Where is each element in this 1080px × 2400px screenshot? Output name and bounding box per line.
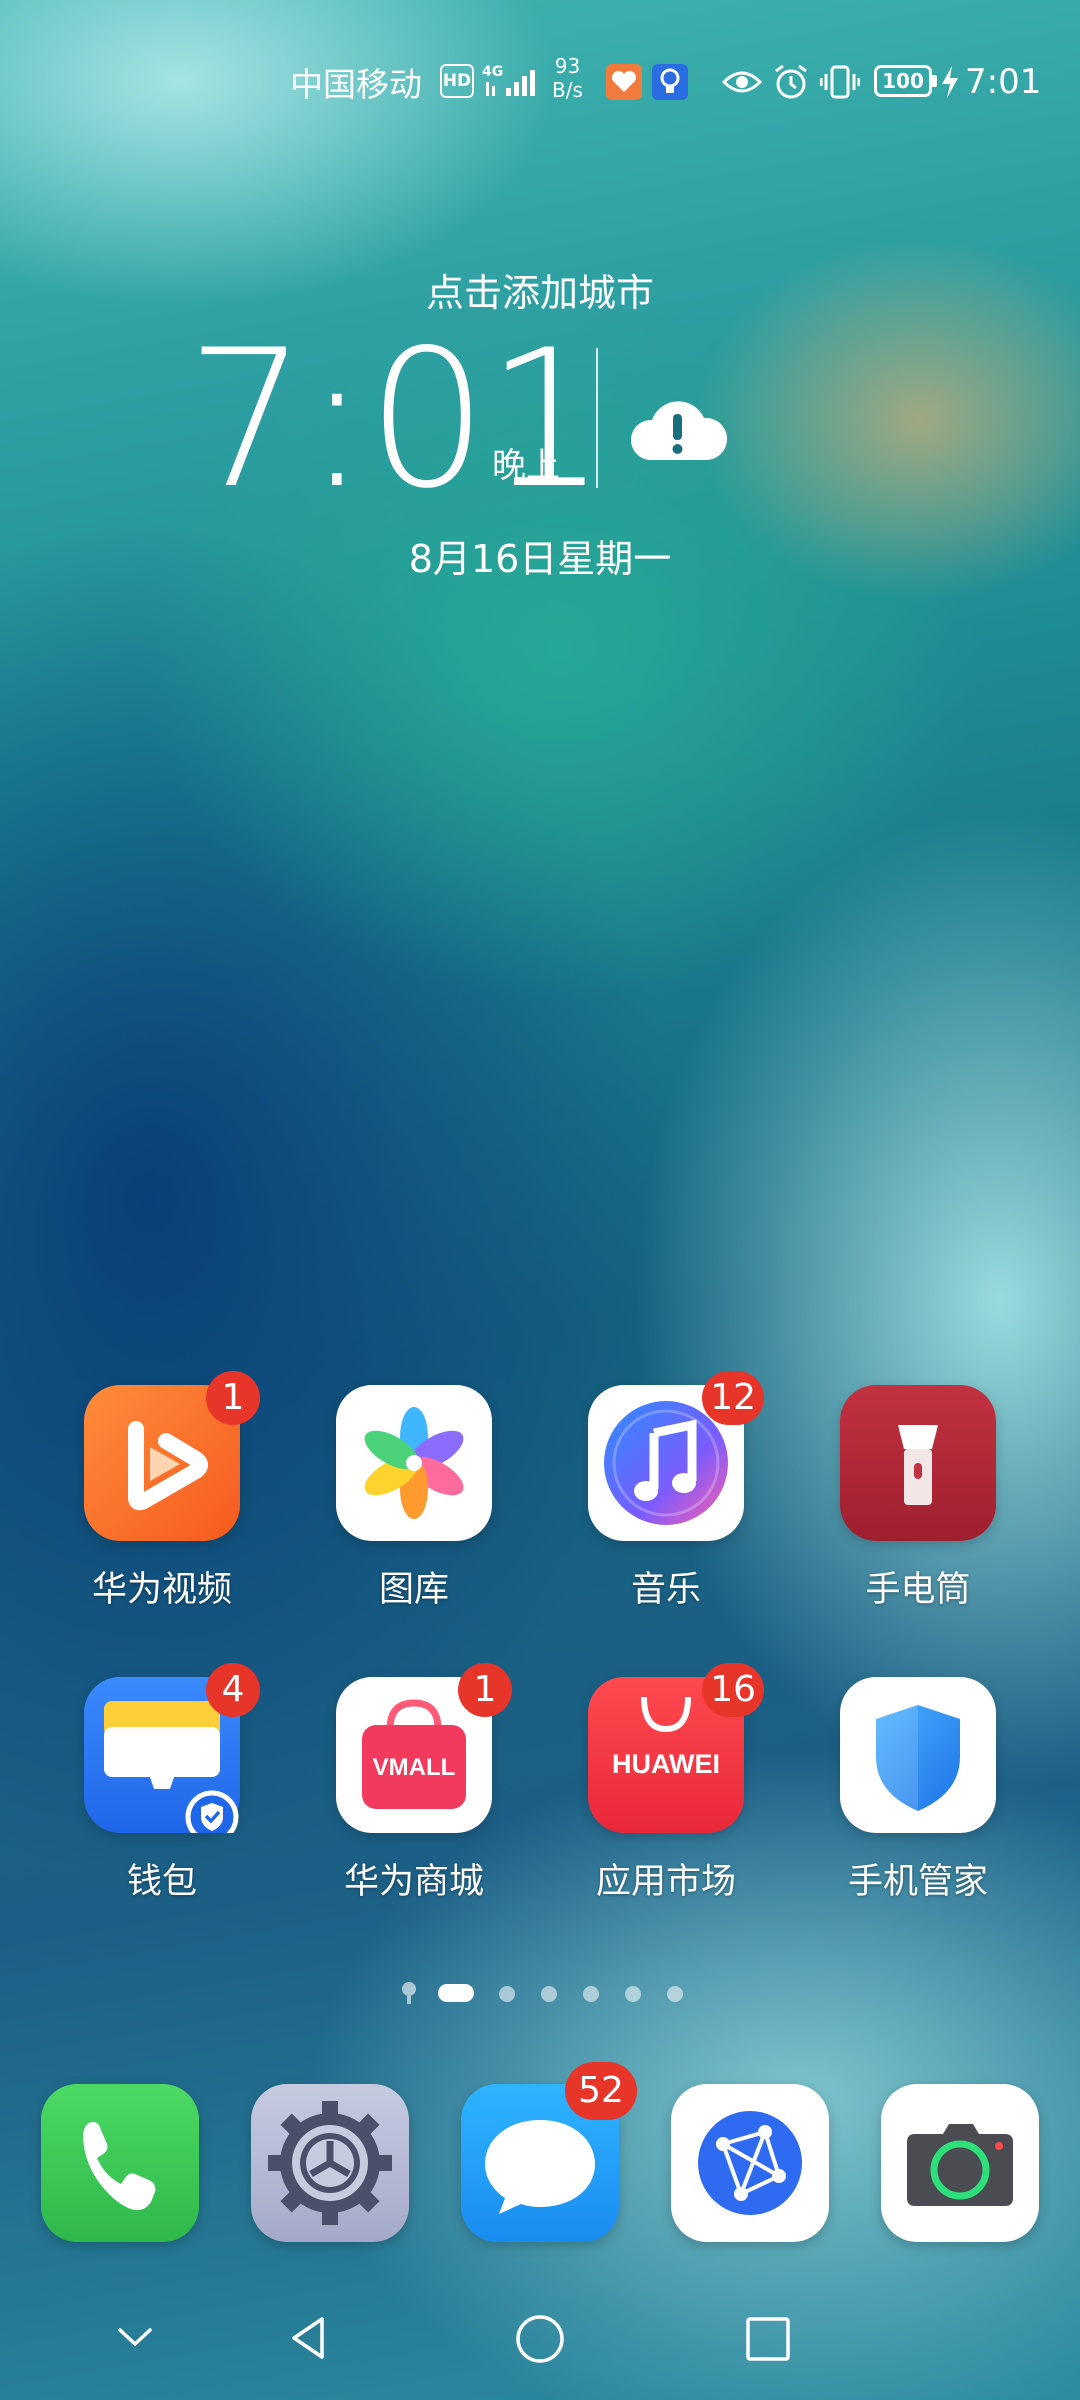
vibrate-icon bbox=[820, 52, 860, 112]
huawei-video-icon: 1 bbox=[84, 1371, 260, 1541]
page-dot bbox=[499, 1986, 515, 2002]
speed-unit: B/s bbox=[552, 78, 583, 102]
page-dot-current bbox=[438, 1984, 474, 2002]
back-icon[interactable] bbox=[284, 2313, 334, 2363]
page-dot bbox=[625, 1986, 641, 2002]
app-label: 应用市场 bbox=[595, 1862, 736, 1902]
signal-icon: 4G bbox=[482, 52, 544, 112]
page-dot bbox=[667, 1986, 683, 2002]
app-label: 手机管家 bbox=[847, 1862, 988, 1902]
app-label: 音乐 bbox=[630, 1570, 701, 1610]
settings-icon bbox=[251, 2084, 409, 2242]
home-icon[interactable] bbox=[514, 2313, 566, 2365]
dock-messages[interactable]: 52 bbox=[461, 2062, 637, 2242]
messages-icon: 52 bbox=[461, 2062, 637, 2242]
app-flashlight[interactable]: 手电筒 bbox=[818, 1385, 1018, 1612]
page-dot bbox=[541, 1986, 557, 2002]
dock-phone[interactable] bbox=[41, 2084, 199, 2242]
dock-camera[interactable] bbox=[881, 2084, 1039, 2242]
dock-settings[interactable] bbox=[251, 2084, 409, 2242]
camera-icon bbox=[881, 2084, 1039, 2242]
flashlight-icon bbox=[840, 1385, 996, 1541]
speed-value: 93 bbox=[554, 54, 581, 78]
svg-text:VMALL: VMALL bbox=[373, 1754, 456, 1781]
app-gallery-icon: HUAWEI 16 bbox=[588, 1663, 764, 1833]
carrier-name: 中国移动 bbox=[290, 65, 422, 104]
notification-badge: 4 bbox=[206, 1663, 260, 1717]
app-label: 图库 bbox=[378, 1570, 449, 1610]
battery-cap bbox=[932, 75, 937, 87]
vmall-icon: VMALL 1 bbox=[336, 1663, 512, 1833]
dock-browser[interactable] bbox=[671, 2084, 829, 2242]
status-bar: 中国移动 HD 4G 93 B/s 100 7:01 bbox=[0, 52, 1080, 112]
app-vmall[interactable]: VMALL 1 华为商城 bbox=[314, 1663, 514, 1904]
app-label: 华为视频 bbox=[91, 1570, 232, 1610]
svg-text:4G: 4G bbox=[482, 64, 503, 80]
eye-comfort-icon bbox=[722, 52, 762, 112]
svg-text:HUAWEI: HUAWEI bbox=[612, 1749, 720, 1779]
alarm-icon bbox=[772, 52, 810, 112]
status-time: 7:01 bbox=[965, 62, 1042, 102]
clock-time[interactable]: 7:01 bbox=[186, 320, 607, 520]
app-music[interactable]: 12 音乐 bbox=[566, 1371, 766, 1612]
collapse-icon[interactable] bbox=[114, 2320, 156, 2354]
phone-icon bbox=[41, 2084, 199, 2242]
app-label: 钱包 bbox=[126, 1862, 197, 1902]
charging-icon bbox=[940, 52, 960, 112]
notification-badge: 16 bbox=[702, 1663, 764, 1717]
network-speed: 93 B/s bbox=[552, 54, 583, 114]
health-icon bbox=[606, 64, 642, 100]
home-screen: 中国移动 HD 4G 93 B/s 100 7:01 点击添加城市 7:01 晚… bbox=[0, 0, 1080, 2400]
phone-manager-icon bbox=[840, 1677, 996, 1833]
app-gallery[interactable]: 图库 bbox=[314, 1385, 514, 1612]
app-label: 手电筒 bbox=[865, 1570, 971, 1610]
app-wallet[interactable]: 4 钱包 bbox=[62, 1663, 262, 1904]
music-icon: 12 bbox=[588, 1371, 764, 1541]
search-page-icon bbox=[402, 1982, 416, 2004]
tips-icon bbox=[652, 64, 688, 100]
notification-badge: 52 bbox=[565, 2062, 637, 2120]
app-phone-manager[interactable]: 手机管家 bbox=[818, 1677, 1018, 1904]
app-label: 华为商城 bbox=[343, 1862, 484, 1902]
date-label: 8月16日星期一 bbox=[408, 537, 672, 581]
page-dot bbox=[583, 1986, 599, 2002]
app-huawei-video[interactable]: 1 华为视频 bbox=[62, 1371, 262, 1612]
clock-ampm: 晚上 bbox=[492, 446, 560, 486]
notification-badge: 12 bbox=[702, 1371, 764, 1425]
notification-badge: 1 bbox=[458, 1663, 512, 1717]
page-indicator[interactable] bbox=[0, 1981, 1080, 2005]
recents-icon[interactable] bbox=[744, 2315, 792, 2363]
wallet-icon: 4 bbox=[84, 1663, 260, 1833]
app-app-gallery[interactable]: HUAWEI 16 应用市场 bbox=[566, 1663, 766, 1904]
hd-badge: HD bbox=[440, 64, 474, 98]
browser-icon bbox=[671, 2084, 829, 2242]
battery-indicator: 100 bbox=[874, 65, 932, 97]
clock-divider bbox=[596, 348, 598, 488]
navigation-bar bbox=[0, 2300, 1080, 2380]
notification-badge: 1 bbox=[206, 1371, 260, 1425]
weather-cloud-alert-icon[interactable] bbox=[628, 392, 728, 464]
gallery-icon bbox=[336, 1385, 492, 1541]
